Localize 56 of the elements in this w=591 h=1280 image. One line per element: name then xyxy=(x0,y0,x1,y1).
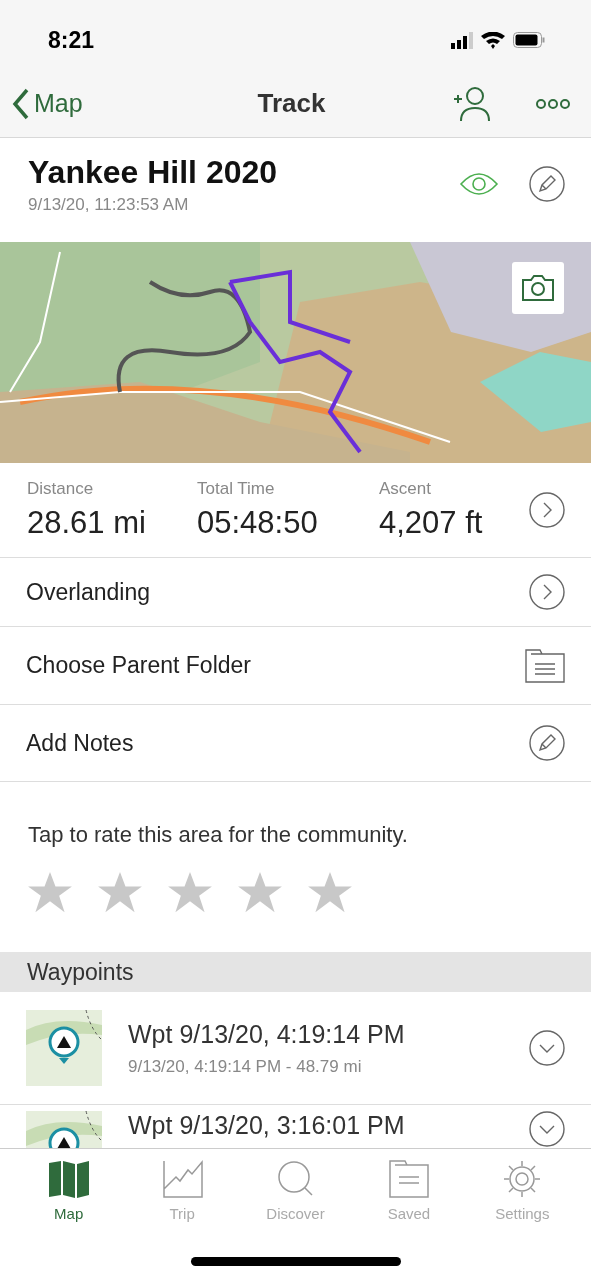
chart-icon xyxy=(160,1159,205,1199)
stat-value: 05:48:50 xyxy=(197,505,319,541)
signal-icon xyxy=(451,31,473,49)
tab-button[interactable]: Map xyxy=(12,1149,126,1229)
waypoint-title: Wpt 9/13/20, 3:16:01 PM xyxy=(128,1111,406,1140)
list-row[interactable]: Choose Parent Folder xyxy=(0,627,591,705)
add-person-icon xyxy=(453,85,491,122)
expand-button[interactable] xyxy=(529,1030,565,1066)
chevron-right-icon xyxy=(529,574,565,610)
edit-icon xyxy=(529,166,565,202)
nav-title: Track xyxy=(257,88,326,119)
row-label[interactable]: Choose Parent Folder xyxy=(26,652,251,679)
star-icon[interactable] xyxy=(308,872,352,914)
eye-icon xyxy=(459,170,499,198)
section-header: Waypoints xyxy=(0,952,591,992)
track-name: Yankee Hill 2020 xyxy=(28,153,278,191)
waypoint-row[interactable]: Wpt 9/13/20, 4:19:14 PM 9/13/20, 4:19:14 PM - 48.79 mi xyxy=(0,992,591,1105)
edit-button[interactable] xyxy=(529,166,565,202)
row-label[interactable]: Add Notes xyxy=(26,729,134,757)
waypoint-subtitle: 9/13/20, 4:19:14 PM - 48.79 mi xyxy=(128,1056,363,1077)
visibility-button[interactable] xyxy=(459,170,499,198)
waypoint-title: Wpt 9/13/20, 4:19:14 PM xyxy=(128,1019,406,1049)
stat-label: Distance xyxy=(27,479,95,499)
camera-icon xyxy=(521,274,555,302)
chevron-down-icon xyxy=(529,1111,565,1147)
stat-value: 28.61 mi xyxy=(27,505,147,541)
expand-button[interactable] xyxy=(529,1111,565,1147)
stats-button[interactable] xyxy=(529,492,565,528)
star-icon[interactable] xyxy=(98,872,142,914)
list-row[interactable]: Overlanding xyxy=(0,558,591,627)
edit-icon xyxy=(529,725,565,761)
stat-label: Ascent xyxy=(379,479,432,499)
map-icon xyxy=(46,1159,91,1199)
chevron-right-icon xyxy=(529,492,565,528)
star-icon[interactable] xyxy=(28,872,72,914)
star-icon[interactable] xyxy=(238,872,282,914)
camera-button[interactable] xyxy=(512,262,564,314)
row-label[interactable]: Overlanding xyxy=(26,578,151,606)
track-date: 9/13/20, 11:23:53 AM xyxy=(28,194,190,215)
back-label[interactable]: Map xyxy=(34,89,83,118)
list-row[interactable]: Add Notes xyxy=(0,705,591,782)
status-time: 8:21 xyxy=(48,26,95,54)
chevron-down-icon xyxy=(529,1030,565,1066)
star-icon[interactable] xyxy=(168,872,212,914)
folder-icon xyxy=(386,1159,431,1199)
battery-icon xyxy=(513,32,545,48)
back-link[interactable]: Map xyxy=(12,87,258,120)
rating-prompt: Tap to rate this area for the community. xyxy=(28,822,409,848)
stat-label: Total Time xyxy=(197,479,276,499)
folder-icon xyxy=(525,648,565,683)
wifi-icon xyxy=(481,31,505,49)
more-icon xyxy=(535,97,571,110)
more-button[interactable] xyxy=(535,97,571,110)
stat-value: 4,207 ft xyxy=(379,505,484,541)
back-icon xyxy=(12,87,30,120)
add-person-button[interactable] xyxy=(453,85,491,122)
